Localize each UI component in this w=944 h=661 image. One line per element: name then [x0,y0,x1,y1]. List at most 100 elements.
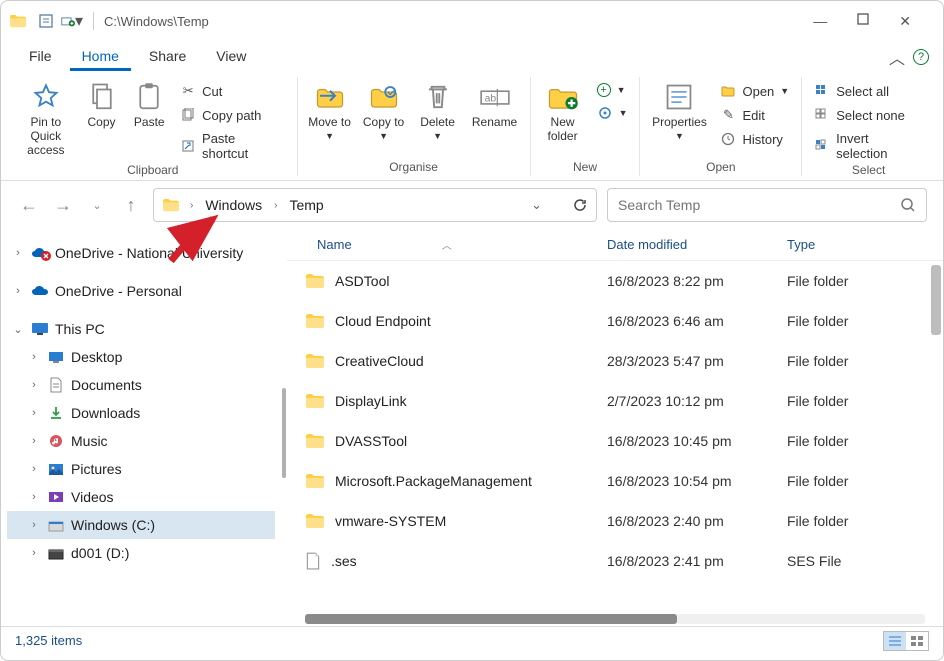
breadcrumb-windows[interactable]: Windows [203,197,264,213]
select-none-button[interactable]: Select none [810,105,927,125]
search-input[interactable] [618,197,900,213]
close-button[interactable]: ✕ [899,13,911,30]
new-folder-button[interactable]: New folder [539,79,587,143]
app-folder-icon [9,14,27,28]
open-button[interactable]: Open▼ [716,81,793,101]
nav-onedrive-national[interactable]: › OneDrive - National University [7,239,275,267]
collapse-ribbon-icon[interactable]: ︿ [889,45,905,69]
column-type[interactable]: Type [777,237,943,252]
nav-documents[interactable]: ›Documents [7,371,275,399]
qat-properties-icon[interactable] [35,10,57,32]
ribbon-home: Pin to Quick access Copy Paste ✂Cut Copy… [1,73,943,181]
group-open-label: Open [648,160,793,176]
file-name: CreativeCloud [335,353,424,369]
horizontal-scrollbar[interactable] [305,614,925,624]
history-button[interactable]: History [716,129,793,149]
maximize-button[interactable] [857,13,869,30]
edit-button[interactable]: ✎Edit [716,105,793,125]
nav-this-pc[interactable]: ⌄ This PC [7,315,275,343]
nav-recent-button[interactable]: ⌄ [85,193,109,217]
navigation-row: ← → ⌄ ↑ › Windows › Temp ⌄ [1,181,943,229]
tab-view[interactable]: View [204,44,258,71]
file-row[interactable]: CreativeCloud28/3/2023 5:47 pmFile folde… [287,341,943,381]
nav-music[interactable]: ›Music [7,427,275,455]
tab-file[interactable]: File [17,44,64,71]
nav-back-button[interactable]: ← [17,193,41,217]
ribbon-tabs: File Home Share View ︿ ? [1,41,943,73]
column-date[interactable]: Date modified [597,237,777,252]
rename-button[interactable]: ab Rename [468,79,522,129]
help-icon[interactable]: ? [913,49,929,65]
group-organise-label: Organise [306,160,522,176]
easy-access-button[interactable]: ▼ [593,103,632,123]
tab-home[interactable]: Home [70,44,131,71]
file-name: Cloud Endpoint [335,313,431,329]
file-row[interactable]: Microsoft.PackageManagement 16/8/2023 10:… [287,461,943,501]
nav-forward-button[interactable]: → [51,193,75,217]
column-name[interactable]: Name︿ [287,237,597,252]
file-row[interactable]: Cloud Endpoint16/8/2023 6:46 amFile fold… [287,301,943,341]
chevron-right-icon[interactable]: › [186,200,197,211]
file-date: 16/8/2023 10:54 pm [597,473,777,489]
file-date: 16/8/2023 2:40 pm [597,513,777,529]
delete-button[interactable]: Delete▼ [414,79,462,141]
file-type: File folder [777,273,943,289]
new-item-button[interactable]: +▼ [593,81,632,99]
qat-new-folder-icon[interactable]: ▾ [61,10,83,32]
folder-icon [305,313,325,329]
address-bar[interactable]: › Windows › Temp ⌄ [153,188,597,222]
paste-button[interactable]: Paste [128,79,170,129]
nav-downloads[interactable]: ›Downloads [7,399,275,427]
vertical-scrollbar[interactable] [931,265,941,335]
cut-button[interactable]: ✂Cut [176,81,288,101]
sort-indicator-icon: ︿ [442,237,452,252]
group-clipboard-label: Clipboard [17,163,289,179]
file-name: DisplayLink [335,393,407,409]
file-type: File folder [777,433,943,449]
nav-pictures[interactable]: ›Pictures [7,455,275,483]
nav-d001[interactable]: ›d001 (D:) [7,539,275,567]
search-box[interactable] [607,188,927,222]
pin-to-quick-access-button[interactable]: Pin to Quick access [17,79,75,157]
select-all-button[interactable]: Select all [810,81,927,101]
file-row[interactable]: vmware-SYSTEM16/8/2023 2:40 pmFile folde… [287,501,943,541]
folder-icon [305,393,325,409]
svg-text:ab: ab [484,94,496,105]
file-row[interactable]: DVASSTool 16/8/2023 10:45 pmFile folder [287,421,943,461]
file-date: 16/8/2023 8:22 pm [597,273,777,289]
minimize-button[interactable]: — [813,13,827,30]
paste-shortcut-button[interactable]: Paste shortcut [176,129,288,163]
nav-windows-c[interactable]: ›Windows (C:) [7,511,275,539]
properties-button[interactable]: Properties▼ [648,79,710,141]
copy-button[interactable]: Copy [81,79,123,129]
tab-share[interactable]: Share [137,44,198,71]
file-row[interactable]: .ses16/8/2023 2:41 pmSES File [287,541,943,581]
address-dropdown-button[interactable]: ⌄ [527,197,546,213]
nav-desktop[interactable]: ›Desktop [7,343,275,371]
item-count-label: 1,325 items [15,633,82,648]
breadcrumb-temp[interactable]: Temp [287,197,325,213]
invert-selection-button[interactable]: Invert selection [810,129,927,163]
status-bar: 1,325 items [1,626,943,654]
details-view-button[interactable] [884,632,906,650]
file-list-pane: Name︿ Date modified Type ASDTool16/8/202… [287,229,943,626]
file-date: 16/8/2023 10:45 pm [597,433,777,449]
thumbnails-view-button[interactable] [906,632,928,650]
chevron-right-icon[interactable]: › [270,200,281,211]
copy-to-button[interactable]: Copy to▼ [360,79,408,141]
copy-path-button[interactable]: Copy path [176,105,288,125]
folder-icon [305,433,325,449]
file-row[interactable]: DisplayLink2/7/2023 10:12 pmFile folder [287,381,943,421]
file-name: Microsoft.PackageManagement [335,473,532,489]
nav-onedrive-personal[interactable]: › OneDrive - Personal [7,277,275,305]
file-type: SES File [777,553,943,569]
nav-up-button[interactable]: ↑ [119,193,143,217]
folder-icon [305,513,325,529]
file-row[interactable]: ASDTool16/8/2023 8:22 pmFile folder [287,261,943,301]
nav-videos[interactable]: ›Videos [7,483,275,511]
folder-icon [305,273,325,289]
move-to-button[interactable]: Move to▼ [306,79,354,141]
navigation-pane[interactable]: › OneDrive - National University › OneDr… [1,229,281,626]
refresh-button[interactable] [572,197,588,213]
file-name: DVASSTool [335,433,407,449]
